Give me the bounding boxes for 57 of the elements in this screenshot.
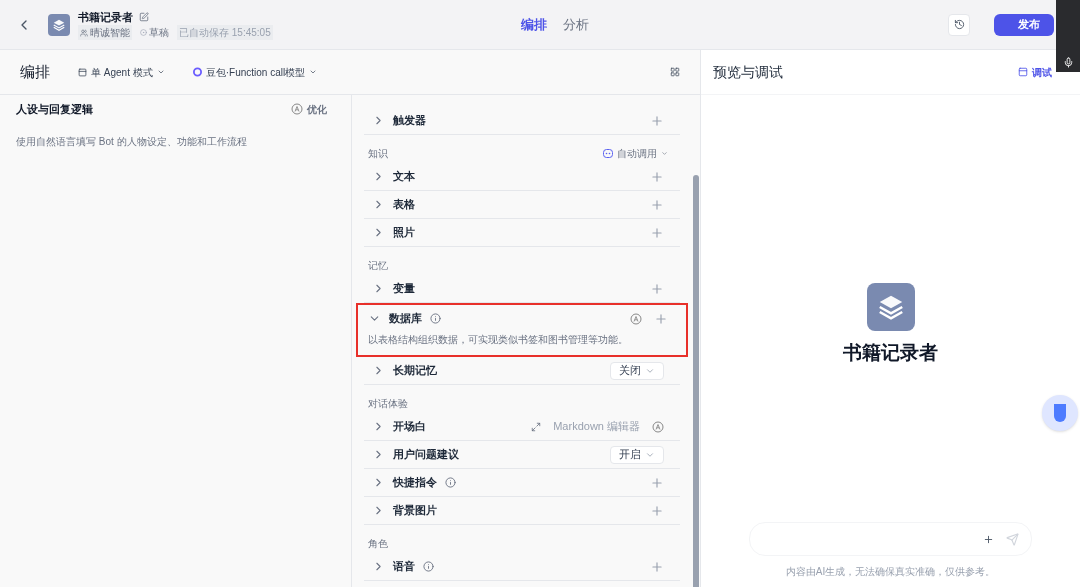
auto-icon[interactable] <box>291 103 303 116</box>
add-icon[interactable] <box>983 533 994 545</box>
item-label[interactable]: 文本 <box>393 168 415 185</box>
recall-dropdown[interactable]: 自动调用 <box>603 145 668 161</box>
owner-label: 晴诚智能 <box>90 26 130 41</box>
header-tab[interactable]: 分析 <box>563 14 590 35</box>
group-title: 角色 <box>368 536 388 551</box>
item-label[interactable]: 表格 <box>393 196 415 213</box>
section-title: 人设与回复逻辑 <box>16 102 93 117</box>
robot-icon <box>603 148 613 158</box>
group-title: 记忆 <box>368 258 388 273</box>
status-icon <box>140 29 147 37</box>
bot-name: 书籍记录者 <box>78 9 133 25</box>
caret-icon <box>661 149 668 157</box>
caret-icon <box>156 68 165 76</box>
editor-label: Markdown 编辑器 <box>553 419 640 435</box>
bot-name: 书籍记录者 <box>843 341 938 365</box>
persona-field[interactable]: 使用自然语言填写 Bot 的人物设定、功能和工作流程 <box>16 133 335 334</box>
grid-icon[interactable] <box>670 67 680 77</box>
item-label[interactable]: 长期记忆 <box>393 362 437 379</box>
auto-icon[interactable] <box>652 420 664 433</box>
item-label[interactable]: 用户问题建议 <box>393 446 459 463</box>
save-status: 已自动保存 15:45:05 <box>177 25 273 41</box>
expand-icon[interactable] <box>531 421 542 432</box>
item-label[interactable]: 开场白 <box>393 418 426 435</box>
publish-button[interactable]: 发布 <box>994 13 1054 36</box>
item-description: 以表格结构组织数据，可实现类似书签和图书管理等功能。 <box>367 333 629 347</box>
item-label[interactable]: 照片 <box>393 224 415 241</box>
panel-title: 编排 <box>20 61 50 82</box>
mode-dropdown[interactable]: 单 Agent 模式 <box>78 64 165 80</box>
plugin-float-button[interactable] <box>1042 395 1078 431</box>
status-label: 草稿 <box>149 26 169 41</box>
disclaimer: 内容由AI生成，无法确保真实准确，仅供参考。 <box>785 565 996 579</box>
item-label[interactable]: 语音 <box>393 558 415 575</box>
model-logo <box>192 67 202 77</box>
edit-icon[interactable] <box>139 12 149 22</box>
status-dropdown[interactable]: 开启 <box>610 445 664 464</box>
history-button[interactable] <box>948 13 970 36</box>
item-label[interactable]: 背景图片 <box>393 502 437 519</box>
item-label[interactable]: 变量 <box>393 280 415 297</box>
group-title: 知识 <box>368 146 388 161</box>
item-label[interactable]: 触发器 <box>393 112 426 129</box>
auto-icon[interactable] <box>630 312 642 325</box>
panel-title: 预览与调试 <box>713 62 783 82</box>
debug-button[interactable]: 调试 <box>1018 64 1052 80</box>
optimize-button[interactable]: 优化 <box>291 101 327 117</box>
user-icon <box>80 28 88 37</box>
item-label[interactable]: 快捷指令 <box>393 474 437 491</box>
chat-input[interactable] <box>749 522 1032 556</box>
header-tab[interactable]: 编排 <box>521 14 548 35</box>
status-dropdown[interactable]: 关闭 <box>610 361 664 380</box>
group-title: 对话体验 <box>368 396 408 411</box>
microphone-icon <box>1062 57 1074 68</box>
history-icon <box>953 19 965 30</box>
model-dropdown[interactable]: 豆包·Function call模型 <box>192 64 318 80</box>
item-label[interactable]: 数据库 <box>389 310 422 327</box>
caret-icon <box>309 68 318 76</box>
